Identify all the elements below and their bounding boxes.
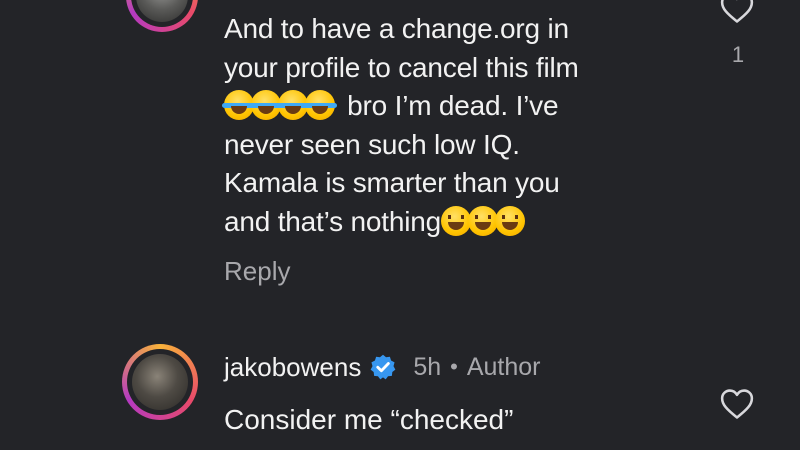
heart-outline-icon[interactable] <box>720 388 754 420</box>
commenter-avatar[interactable] <box>126 0 198 32</box>
comment-body: And to have a change.org in your profile… <box>222 10 704 241</box>
heart-outline-icon[interactable] <box>720 0 754 24</box>
avatar-photo <box>132 354 188 410</box>
comment-line: and that’s nothing <box>224 205 441 237</box>
reply-button[interactable]: Reply <box>224 256 290 287</box>
comment-line: your profile to cancel this film <box>224 51 579 83</box>
grinning-squinting-emoji <box>494 205 525 236</box>
comment-line: Kamala is smarter than you <box>224 167 560 198</box>
separator-dot: • <box>450 354 458 379</box>
grinning-squinting-emoji <box>467 205 498 236</box>
username-link[interactable]: jakobowens <box>224 352 361 383</box>
comment-body: Consider me “checked” <box>224 404 514 435</box>
verified-badge-icon <box>370 354 396 380</box>
comment-header: jakobowens 5h • Author <box>224 349 541 385</box>
comment-line: never seen such low IQ. <box>224 128 520 160</box>
comment-line: And to have a change.org in <box>224 13 569 44</box>
comment-line: bro I’m dead. I’ve <box>347 90 559 121</box>
like-count: 1 <box>731 42 745 67</box>
tears-of-joy-emoji <box>303 90 337 120</box>
comment-timestamp: 5h <box>413 352 442 381</box>
author-tag: Author <box>466 352 541 381</box>
grinning-squinting-emoji <box>440 205 471 236</box>
author-avatar[interactable] <box>122 344 198 420</box>
